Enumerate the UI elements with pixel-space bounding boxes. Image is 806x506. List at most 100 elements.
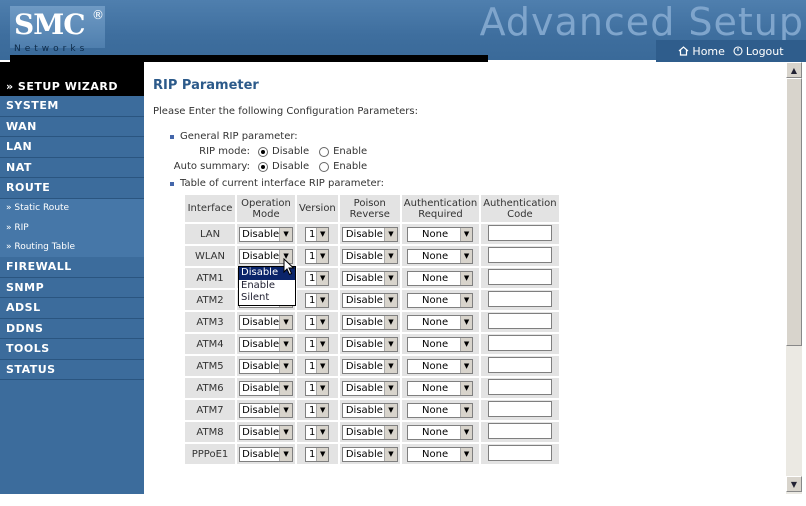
auth-code-input[interactable]: [487, 378, 552, 395]
scroll-thumb[interactable]: [786, 78, 802, 346]
auth-required-select[interactable]: None ▼: [407, 270, 474, 286]
sidebar-item-ddns[interactable]: DDNS: [0, 319, 144, 339]
operation-mode-select[interactable]: Disable▼: [239, 226, 293, 242]
dropdown-arrow-icon: ▼: [279, 337, 292, 351]
poison-reverse-select[interactable]: Disable ▼: [341, 358, 398, 374]
sidebar-item-route[interactable]: ROUTE: [0, 178, 144, 199]
interface-name: ATM8: [185, 422, 235, 442]
sidebar-item-firewall[interactable]: FIREWALL: [0, 257, 144, 278]
poison-reverse-cell: Disable ▼: [339, 378, 400, 398]
poison-reverse-select[interactable]: Disable ▼: [341, 248, 398, 264]
auth-code-input[interactable]: [487, 290, 552, 307]
sidebar-item-system[interactable]: SYSTEM: [0, 96, 144, 117]
version-cell: 1 ▼: [297, 356, 338, 376]
operation-mode-select[interactable]: Disable▼: [239, 424, 293, 440]
interface-name: WLAN: [185, 246, 235, 266]
dropdown-arrow-icon: ▼: [384, 315, 397, 329]
operation-mode-select[interactable]: Disable▼: [239, 402, 293, 418]
auth-code-input[interactable]: [487, 356, 552, 373]
auth-required-select[interactable]: None ▼: [407, 424, 474, 440]
poison-reverse-select[interactable]: Disable ▼: [341, 424, 398, 440]
auth-code-input[interactable]: [487, 224, 552, 241]
dropdown-option-enable[interactable]: Enable: [239, 280, 295, 293]
dropdown-option-silent[interactable]: Silent: [239, 292, 295, 305]
auth-code-cell: [481, 400, 559, 420]
scroll-track[interactable]: [786, 346, 802, 476]
auth-code-input[interactable]: [487, 334, 552, 351]
sidebar-item-routing-table[interactable]: » Routing Table: [0, 237, 144, 257]
operation-mode-select[interactable]: Disable▼: [239, 358, 293, 374]
home-link[interactable]: Home: [678, 45, 725, 58]
poison-reverse-select[interactable]: Disable ▼: [341, 314, 398, 330]
logout-link[interactable]: Logout: [733, 45, 784, 58]
sidebar-item-rip[interactable]: » RIP: [0, 218, 144, 238]
operation-mode-select[interactable]: Disable▼: [239, 336, 293, 352]
version-select[interactable]: 1 ▼: [305, 292, 330, 308]
version-select[interactable]: 1 ▼: [305, 248, 330, 264]
auth-code-cell: [481, 246, 559, 266]
operation-mode-select[interactable]: Disable▼: [239, 446, 293, 462]
auth-code-input[interactable]: [487, 268, 552, 285]
auth-required-select[interactable]: None ▼: [407, 446, 474, 462]
auth-code-input[interactable]: [487, 444, 552, 461]
poison-reverse-cell: Disable ▼: [339, 444, 400, 464]
auth-required-select[interactable]: None ▼: [407, 336, 474, 352]
auth-required-select[interactable]: None ▼: [407, 292, 474, 308]
operation-mode-select[interactable]: Disable▼: [239, 314, 293, 330]
operation-mode-select[interactable]: Disable▼: [239, 380, 293, 396]
sidebar-item-nat[interactable]: NAT: [0, 158, 144, 178]
poison-reverse-select[interactable]: Disable ▼: [341, 402, 398, 418]
auth-code-input[interactable]: [487, 422, 552, 439]
poison-reverse-select[interactable]: Disable ▼: [341, 292, 398, 308]
auth-code-input[interactable]: [487, 312, 552, 329]
auth-required-select[interactable]: None ▼: [407, 314, 474, 330]
version-select[interactable]: 1 ▼: [305, 270, 330, 286]
sidebar-item-snmp[interactable]: SNMP: [0, 278, 144, 298]
version-select[interactable]: 1 ▼: [305, 226, 330, 242]
select-value: Disable: [242, 448, 280, 460]
auth-code-input[interactable]: [487, 246, 552, 263]
rip-mode-disable-radio[interactable]: [258, 146, 268, 157]
poison-reverse-select[interactable]: Disable ▼: [341, 336, 398, 352]
col-interface: Interface: [185, 195, 235, 222]
auth-required-select[interactable]: None ▼: [407, 402, 474, 418]
sidebar-item-status[interactable]: STATUS: [0, 360, 144, 380]
auth-code-input[interactable]: [487, 400, 552, 417]
auth-required-select[interactable]: None ▼: [407, 358, 474, 374]
vertical-scrollbar[interactable]: ▲ ▼: [786, 62, 802, 494]
version-select[interactable]: 1 ▼: [305, 358, 330, 374]
version-select[interactable]: 1 ▼: [305, 446, 330, 462]
sidebar-item-wan[interactable]: WAN: [0, 117, 144, 137]
table-row: ATM5 Disable ▼ 1 ▼ Disable ▼ None ▼: [185, 356, 559, 376]
poison-reverse-cell: Disable ▼: [339, 334, 400, 354]
select-value: 1: [309, 382, 316, 394]
sidebar-item-setup-wizard[interactable]: » SETUP WIZARD: [0, 62, 144, 96]
dropdown-arrow-icon: ▼: [279, 227, 292, 241]
scroll-down-button[interactable]: ▼: [786, 476, 802, 492]
version-select[interactable]: 1 ▼: [305, 314, 330, 330]
rip-mode-enable-radio[interactable]: [319, 146, 330, 157]
dropdown-arrow-icon: ▼: [459, 315, 473, 329]
auth-required-select[interactable]: None ▼: [407, 380, 474, 396]
version-select[interactable]: 1 ▼: [305, 380, 330, 396]
auth-required-select[interactable]: None ▼: [407, 226, 474, 242]
poison-reverse-select[interactable]: Disable ▼: [341, 446, 398, 462]
poison-reverse-select[interactable]: Disable ▼: [341, 226, 398, 242]
auth-required-select[interactable]: None ▼: [407, 248, 474, 264]
scroll-up-button[interactable]: ▲: [786, 62, 802, 78]
version-select[interactable]: 1 ▼: [305, 402, 330, 418]
poison-reverse-select[interactable]: Disable ▼: [341, 380, 398, 396]
version-select[interactable]: 1 ▼: [305, 336, 330, 352]
auto-summary-enable-radio[interactable]: [319, 161, 330, 172]
auth-required-cell: None ▼: [401, 356, 480, 376]
dropdown-arrow-icon: ▼: [315, 271, 329, 285]
auto-summary-disable-radio[interactable]: [258, 161, 268, 172]
version-select[interactable]: 1 ▼: [305, 424, 330, 440]
poison-reverse-select[interactable]: Disable ▼: [341, 270, 398, 286]
sidebar-item-tools[interactable]: TOOLS: [0, 339, 144, 360]
sidebar-item-adsl[interactable]: ADSL: [0, 298, 144, 319]
page-title: RIP Parameter: [153, 78, 259, 93]
sidebar-item-static-route[interactable]: » Static Route: [0, 198, 144, 218]
sidebar-item-lan[interactable]: LAN: [0, 137, 144, 158]
poison-reverse-cell: Disable ▼: [339, 312, 400, 332]
